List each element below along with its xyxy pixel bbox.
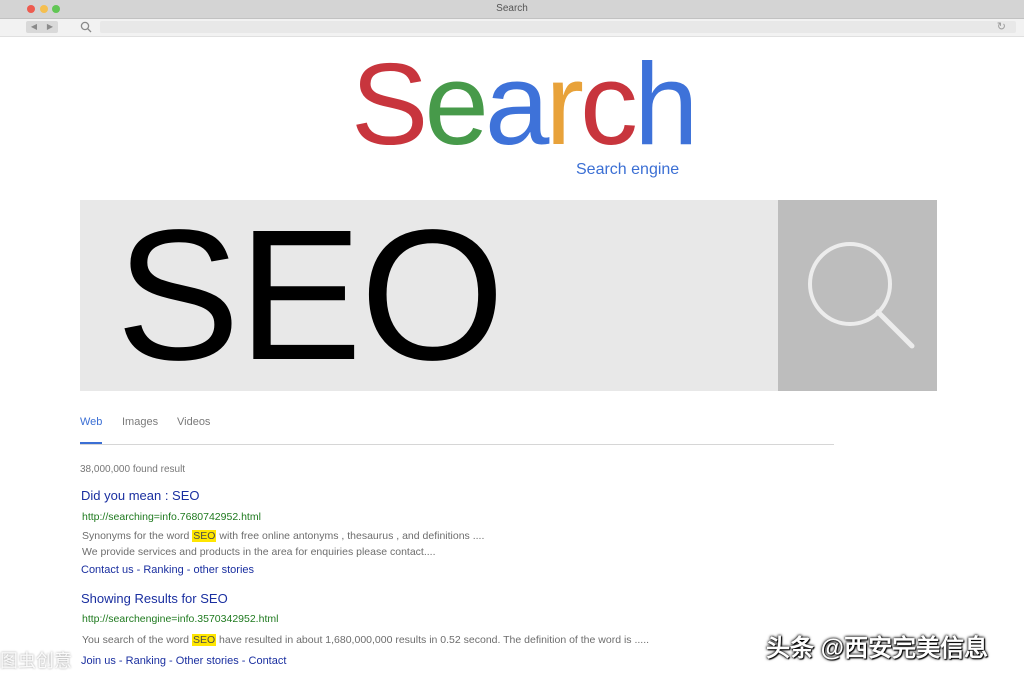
- description-text: Synonyms for the word: [82, 530, 193, 542]
- back-button[interactable]: ◀: [26, 21, 42, 33]
- result-description: You search of the word SEO have resulted…: [82, 634, 649, 646]
- description-text: with free online antonyms , thesaurus , …: [216, 530, 485, 542]
- watermark: 头条 @西安完美信息: [766, 635, 989, 662]
- result-url[interactable]: http://searching=info.7680742952.html: [82, 511, 261, 523]
- watermark-left: 图虫创意: [0, 651, 72, 671]
- description-text: have resulted in about 1,680,000,000 res…: [216, 634, 650, 646]
- logo-tagline: Search engine: [576, 161, 680, 178]
- result-description-line2: We provide services and products in the …: [82, 546, 436, 558]
- window-title: Search: [496, 3, 528, 14]
- result-sitelinks[interactable]: Contact us - Ranking - other stories: [81, 564, 254, 576]
- browser-toolbar: ◀ ▶ ↻: [0, 19, 1024, 37]
- highlighted-term: SEO: [191, 634, 217, 646]
- search-input[interactable]: SEO: [80, 200, 778, 391]
- logo-letter: h: [634, 39, 698, 169]
- result-title[interactable]: Did you mean : SEO: [81, 488, 200, 503]
- logo-letter: a: [484, 39, 549, 169]
- result-title[interactable]: Showing Results for SEO: [81, 591, 228, 606]
- forward-button[interactable]: ▶: [42, 21, 58, 33]
- search-button[interactable]: [778, 200, 937, 391]
- logo-letter: r: [545, 39, 584, 169]
- logo-letter: c: [580, 39, 638, 169]
- address-bar[interactable]: [100, 21, 1016, 33]
- logo-letter: e: [424, 39, 488, 169]
- tab-images[interactable]: Images: [122, 416, 158, 428]
- description-text: You search of the word: [82, 634, 192, 646]
- magnifier-icon: [808, 242, 915, 349]
- logo-letter: S: [351, 39, 428, 169]
- nav-buttons: ◀ ▶: [26, 21, 58, 33]
- result-description: Synonyms for the word SEO with free onli…: [82, 530, 484, 542]
- result-tabs: Web Images Videos: [80, 416, 834, 445]
- active-tab-indicator: [80, 442, 102, 444]
- highlighted-term: SEO: [192, 530, 217, 542]
- results-count: 38,000,000 found result: [80, 464, 186, 475]
- search-icon[interactable]: [80, 21, 92, 33]
- result-url[interactable]: http://searchengine=info.3570342952.html: [82, 613, 278, 625]
- reload-icon[interactable]: ↻: [997, 20, 1006, 33]
- tab-web[interactable]: Web: [80, 416, 102, 428]
- search-query-text: SEO: [116, 192, 505, 399]
- window-titlebar: Search: [0, 0, 1024, 19]
- search-logo: Search: [351, 39, 699, 169]
- tab-videos[interactable]: Videos: [177, 416, 210, 428]
- result-sitelinks[interactable]: Join us - Ranking - Other stories - Cont…: [81, 655, 286, 667]
